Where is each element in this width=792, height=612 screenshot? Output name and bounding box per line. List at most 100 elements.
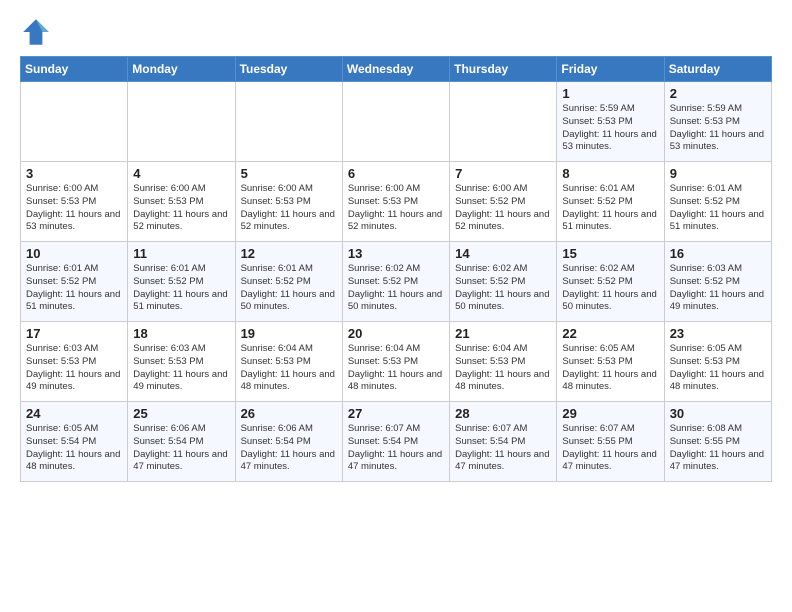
calendar-cell: 2Sunrise: 5:59 AMSunset: 5:53 PMDaylight…: [664, 82, 771, 162]
calendar-cell: 11 Sunrise: 6:01 AMSunset: 5:52 PMDayligh…: [128, 242, 235, 322]
day-info: Sunrise: 6:01 AMSunset: 5:52 PMDaylight:…: [26, 263, 122, 314]
day-number: 6: [348, 166, 444, 181]
day-info: Sunrise: 6:06 AMSunset: 5:54 PMDaylight:…: [133, 423, 229, 474]
day-number: 18: [133, 326, 229, 341]
day-number: 22: [562, 326, 658, 341]
weekday-header-tuesday: Tuesday: [235, 57, 342, 82]
calendar-cell: 4 Sunrise: 6:00 AMSunset: 5:53 PMDaylight…: [128, 162, 235, 242]
calendar-cell: 30Sunrise: 6:08 AMSunset: 5:55 PMDayligh…: [664, 402, 771, 482]
calendar-cell: 27 Sunrise: 6:07 AMSunset: 5:54 PMDayligh…: [342, 402, 449, 482]
calendar-cell: 19 Sunrise: 6:04 AMSunset: 5:53 PMDayligh…: [235, 322, 342, 402]
calendar-cell: 5 Sunrise: 6:00 AMSunset: 5:53 PMDaylight…: [235, 162, 342, 242]
calendar-cell: 17 Sunrise: 6:03 AMSunset: 5:53 PMDayligh…: [21, 322, 128, 402]
day-info: Sunrise: 6:00 AMSunset: 5:53 PMDaylight:…: [241, 183, 337, 234]
day-info: Sunrise: 6:06 AMSunset: 5:54 PMDaylight:…: [241, 423, 337, 474]
calendar-cell: [21, 82, 128, 162]
logo: [20, 16, 56, 48]
day-info: Sunrise: 5:59 AMSunset: 5:53 PMDaylight:…: [562, 103, 658, 154]
day-info: Sunrise: 6:01 AMSunset: 5:52 PMDaylight:…: [133, 263, 229, 314]
day-number: 19: [241, 326, 337, 341]
calendar-cell: 25 Sunrise: 6:06 AMSunset: 5:54 PMDayligh…: [128, 402, 235, 482]
weekday-header-wednesday: Wednesday: [342, 57, 449, 82]
day-info: Sunrise: 6:02 AMSunset: 5:52 PMDaylight:…: [455, 263, 551, 314]
day-number: 4: [133, 166, 229, 181]
day-number: 21: [455, 326, 551, 341]
day-info: Sunrise: 6:02 AMSunset: 5:52 PMDaylight:…: [562, 263, 658, 314]
day-info: Sunrise: 6:03 AMSunset: 5:53 PMDaylight:…: [26, 343, 122, 394]
calendar-cell: 8 Sunrise: 6:01 AMSunset: 5:52 PMDaylight…: [557, 162, 664, 242]
calendar-cell: 28Sunrise: 6:07 AMSunset: 5:54 PMDayligh…: [450, 402, 557, 482]
calendar-cell: [128, 82, 235, 162]
calendar-week-row: 10 Sunrise: 6:01 AMSunset: 5:52 PMDayligh…: [21, 242, 772, 322]
calendar-cell: 29 Sunrise: 6:07 AMSunset: 5:55 PMDayligh…: [557, 402, 664, 482]
day-info: Sunrise: 6:03 AMSunset: 5:52 PMDaylight:…: [670, 263, 766, 314]
weekday-header-row: SundayMondayTuesdayWednesdayThursdayFrid…: [21, 57, 772, 82]
day-number: 9: [670, 166, 766, 181]
calendar-cell: 7 Sunrise: 6:00 AMSunset: 5:52 PMDaylight…: [450, 162, 557, 242]
weekday-header-sunday: Sunday: [21, 57, 128, 82]
calendar-cell: 1 Sunrise: 5:59 AMSunset: 5:53 PMDaylight…: [557, 82, 664, 162]
calendar-cell: 9Sunrise: 6:01 AMSunset: 5:52 PMDaylight…: [664, 162, 771, 242]
weekday-header-thursday: Thursday: [450, 57, 557, 82]
day-number: 17: [26, 326, 122, 341]
day-number: 1: [562, 86, 658, 101]
day-info: Sunrise: 6:00 AMSunset: 5:52 PMDaylight:…: [455, 183, 551, 234]
day-info: Sunrise: 6:07 AMSunset: 5:55 PMDaylight:…: [562, 423, 658, 474]
calendar-cell: 15 Sunrise: 6:02 AMSunset: 5:52 PMDayligh…: [557, 242, 664, 322]
day-info: Sunrise: 6:00 AMSunset: 5:53 PMDaylight:…: [348, 183, 444, 234]
calendar-cell: 12 Sunrise: 6:01 AMSunset: 5:52 PMDayligh…: [235, 242, 342, 322]
day-info: Sunrise: 6:01 AMSunset: 5:52 PMDaylight:…: [562, 183, 658, 234]
day-number: 25: [133, 406, 229, 421]
calendar-cell: 20 Sunrise: 6:04 AMSunset: 5:53 PMDayligh…: [342, 322, 449, 402]
day-number: 12: [241, 246, 337, 261]
day-info: Sunrise: 6:04 AMSunset: 5:53 PMDaylight:…: [348, 343, 444, 394]
day-info: Sunrise: 6:00 AMSunset: 5:53 PMDaylight:…: [133, 183, 229, 234]
day-number: 20: [348, 326, 444, 341]
day-number: 15: [562, 246, 658, 261]
calendar-cell: [235, 82, 342, 162]
day-info: Sunrise: 6:01 AMSunset: 5:52 PMDaylight:…: [241, 263, 337, 314]
day-number: 11: [133, 246, 229, 261]
day-number: 30: [670, 406, 766, 421]
day-number: 2: [670, 86, 766, 101]
day-number: 13: [348, 246, 444, 261]
calendar-cell: 10 Sunrise: 6:01 AMSunset: 5:52 PMDayligh…: [21, 242, 128, 322]
day-info: Sunrise: 6:03 AMSunset: 5:53 PMDaylight:…: [133, 343, 229, 394]
day-info: Sunrise: 6:05 AMSunset: 5:53 PMDaylight:…: [562, 343, 658, 394]
calendar-cell: 14Sunrise: 6:02 AMSunset: 5:52 PMDayligh…: [450, 242, 557, 322]
day-info: Sunrise: 6:04 AMSunset: 5:53 PMDaylight:…: [241, 343, 337, 394]
calendar-cell: 6 Sunrise: 6:00 AMSunset: 5:53 PMDaylight…: [342, 162, 449, 242]
day-info: Sunrise: 6:07 AMSunset: 5:54 PMDaylight:…: [348, 423, 444, 474]
day-number: 16: [670, 246, 766, 261]
calendar-cell: 18 Sunrise: 6:03 AMSunset: 5:53 PMDayligh…: [128, 322, 235, 402]
calendar-week-row: 17 Sunrise: 6:03 AMSunset: 5:53 PMDayligh…: [21, 322, 772, 402]
calendar-cell: 13 Sunrise: 6:02 AMSunset: 5:52 PMDayligh…: [342, 242, 449, 322]
day-info: Sunrise: 6:00 AMSunset: 5:53 PMDaylight:…: [26, 183, 122, 234]
day-number: 23: [670, 326, 766, 341]
calendar-cell: 3 Sunrise: 6:00 AMSunset: 5:53 PMDaylight…: [21, 162, 128, 242]
day-number: 29: [562, 406, 658, 421]
day-number: 5: [241, 166, 337, 181]
day-number: 8: [562, 166, 658, 181]
calendar-cell: 22 Sunrise: 6:05 AMSunset: 5:53 PMDayligh…: [557, 322, 664, 402]
calendar-week-row: 1 Sunrise: 5:59 AMSunset: 5:53 PMDaylight…: [21, 82, 772, 162]
page: SundayMondayTuesdayWednesdayThursdayFrid…: [0, 0, 792, 498]
day-number: 10: [26, 246, 122, 261]
day-number: 7: [455, 166, 551, 181]
day-info: Sunrise: 6:05 AMSunset: 5:54 PMDaylight:…: [26, 423, 122, 474]
calendar-cell: [342, 82, 449, 162]
calendar-cell: [450, 82, 557, 162]
day-info: Sunrise: 6:02 AMSunset: 5:52 PMDaylight:…: [348, 263, 444, 314]
day-info: Sunrise: 6:07 AMSunset: 5:54 PMDaylight:…: [455, 423, 551, 474]
day-number: 27: [348, 406, 444, 421]
day-info: Sunrise: 6:05 AMSunset: 5:53 PMDaylight:…: [670, 343, 766, 394]
weekday-header-saturday: Saturday: [664, 57, 771, 82]
weekday-header-friday: Friday: [557, 57, 664, 82]
calendar-week-row: 3 Sunrise: 6:00 AMSunset: 5:53 PMDaylight…: [21, 162, 772, 242]
calendar-cell: 21 Sunrise: 6:04 AMSunset: 5:53 PMDayligh…: [450, 322, 557, 402]
calendar-cell: 24Sunrise: 6:05 AMSunset: 5:54 PMDayligh…: [21, 402, 128, 482]
day-info: Sunrise: 6:04 AMSunset: 5:53 PMDaylight:…: [455, 343, 551, 394]
logo-icon: [20, 16, 52, 48]
calendar-cell: 26Sunrise: 6:06 AMSunset: 5:54 PMDayligh…: [235, 402, 342, 482]
day-number: 3: [26, 166, 122, 181]
